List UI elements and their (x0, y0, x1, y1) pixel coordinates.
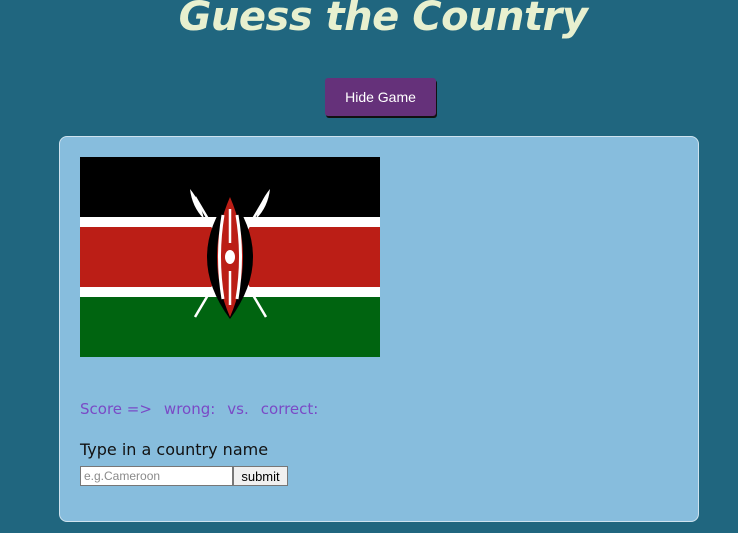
flag-image (80, 157, 380, 357)
wrong-label: wrong: (163, 400, 216, 418)
submit-button[interactable]: submit (233, 466, 288, 486)
guess-prompt: Type in a country name (80, 440, 269, 459)
score-label: Score => (80, 400, 152, 418)
score-line: Score => wrong: vs. correct: (80, 400, 330, 418)
vs-label: vs. (227, 400, 249, 418)
game-card: Score => wrong: vs. correct: Type in a coun… (59, 136, 699, 522)
country-input[interactable] (80, 466, 233, 486)
page-title: Guess the Country (178, 0, 588, 40)
correct-label: correct: (260, 400, 319, 418)
hide-game-button[interactable]: Hide Game (325, 78, 436, 116)
